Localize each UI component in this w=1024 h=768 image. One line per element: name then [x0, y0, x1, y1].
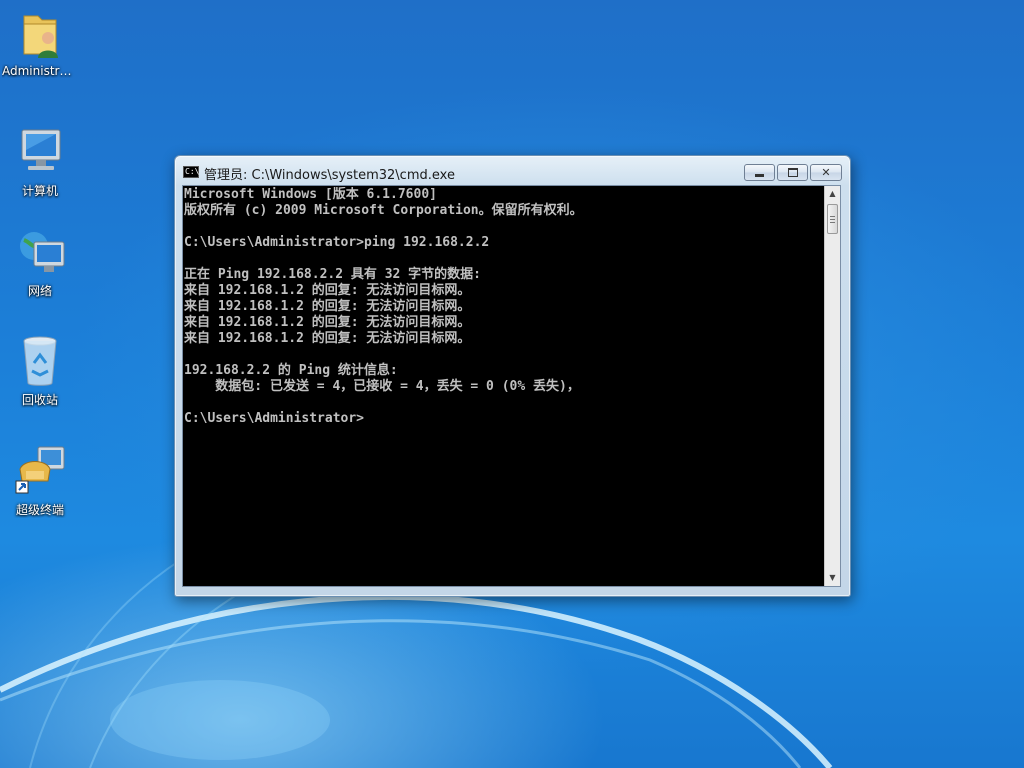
cmd-window[interactable]: C:\ 管理员: C:\Windows\system32\cmd.exe ✕ M… [174, 155, 851, 597]
computer-icon [12, 124, 68, 180]
hyperterminal-shortcut-icon [12, 443, 68, 499]
console-output[interactable]: Microsoft Windows [版本 6.1.7600] 版权所有 (c) … [184, 187, 824, 585]
maximize-icon [787, 168, 798, 177]
desktop-icon-computer[interactable]: 计算机 [2, 124, 78, 199]
console-line: 数据包: 已发送 = 4，已接收 = 4，丢失 = 0 (0% 丢失)， [184, 379, 580, 394]
minimize-icon [755, 174, 764, 177]
desktop-icon-recycle-bin[interactable]: 回收站 [2, 333, 78, 408]
console-line: 192.168.2.2 的 Ping 统计信息: [184, 363, 398, 378]
scrollbar-thumb[interactable] [827, 204, 838, 234]
grip-line [830, 216, 835, 217]
desktop-icon-label: 超级终端 [15, 503, 64, 517]
window-titlebar[interactable]: C:\ 管理员: C:\Windows\system32\cmd.exe ✕ [175, 156, 848, 186]
console-line: 来自 192.168.1.2 的回复: 无法访问目标网。 [184, 283, 471, 298]
minimize-button[interactable] [744, 164, 775, 181]
cmd-icon: C:\ [183, 166, 200, 178]
grip-line [830, 219, 835, 220]
console-line: 来自 192.168.1.2 的回复: 无法访问目标网。 [184, 331, 471, 346]
desktop-icon-label: 回收站 [21, 393, 58, 407]
desktop-icon-hyperterminal[interactable]: 超级终端 [2, 443, 78, 518]
console-line: C:\Users\Administrator> [184, 411, 365, 426]
close-button[interactable]: ✕ [810, 164, 842, 181]
desktop-icon-network[interactable]: 网络 [2, 224, 78, 299]
desktop-icon-label: 计算机 [21, 184, 58, 198]
console-line: C:\Users\Administrator>ping 192.168.2.2 [184, 235, 490, 250]
console-line: 版权所有 (c) 2009 Microsoft Corporation。保留所有… [184, 203, 583, 218]
recycle-bin-icon [12, 333, 68, 389]
user-folder-icon [12, 6, 68, 62]
grip-line [830, 222, 835, 223]
maximize-button[interactable] [777, 164, 808, 181]
desktop-icon-label: Administra... [2, 64, 78, 78]
close-icon: ✕ [821, 166, 831, 179]
window-title: 管理员: C:\Windows\system32\cmd.exe [204, 168, 455, 183]
console-line: Microsoft Windows [版本 6.1.7600] [184, 187, 437, 202]
network-icon [12, 224, 68, 280]
console-line: 来自 192.168.1.2 的回复: 无法访问目标网。 [184, 299, 471, 314]
console-line: 来自 192.168.1.2 的回复: 无法访问目标网。 [184, 315, 471, 330]
scroll-down-arrow-icon[interactable]: ▼ [825, 570, 840, 586]
console-line: 正在 Ping 192.168.2.2 具有 32 字节的数据: [184, 267, 482, 282]
vertical-scrollbar[interactable]: ▲ ▼ [824, 186, 840, 586]
desktop-icon-administrator[interactable]: Administra... [2, 6, 78, 78]
scroll-up-arrow-icon[interactable]: ▲ [825, 186, 840, 202]
desktop-icon-label: 网络 [27, 284, 52, 298]
console-area[interactable]: Microsoft Windows [版本 6.1.7600] 版权所有 (c) … [182, 185, 841, 587]
